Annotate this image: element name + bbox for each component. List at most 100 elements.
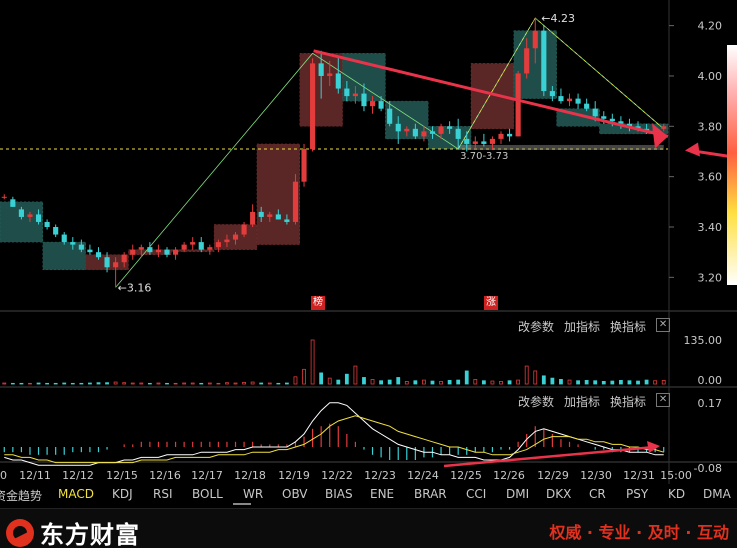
candle-body (10, 199, 16, 207)
candle-body (506, 133, 513, 137)
indicator-tab[interactable]: OBV (282, 487, 308, 501)
macd-add-indicator-button[interactable]: 加指标 (564, 393, 600, 410)
logo-text: 东方财富 (40, 521, 140, 548)
candle-body (327, 73, 333, 76)
volume-bar (216, 382, 221, 385)
candle-body (232, 234, 239, 240)
volume-switch-indicator-button[interactable]: 换指标 (610, 318, 646, 335)
indicator-tab[interactable]: KD (668, 487, 685, 501)
high-annotation: ←4.23 (541, 12, 575, 25)
price-tick-label: 3.80 (698, 120, 723, 133)
indicator-tab[interactable]: 资金趋势 (0, 487, 42, 504)
volume-bar (113, 381, 118, 385)
badge-rise-marker[interactable]: 涨 (484, 296, 498, 310)
volume-bar (88, 382, 92, 385)
candle-body (549, 91, 555, 97)
indicator-tab[interactable]: KDJ (112, 487, 133, 501)
candle-body (447, 126, 453, 129)
volume-bar (473, 379, 478, 385)
indicator-tab[interactable]: DKX (546, 487, 571, 501)
volume-bar (28, 382, 32, 385)
volume-bar (661, 380, 666, 385)
macd-switch-indicator-button[interactable]: 换指标 (610, 393, 646, 410)
candle-body (18, 209, 24, 217)
volume-bar (413, 380, 418, 385)
candle-body (472, 141, 478, 144)
date-tick-label: 12/11 (19, 469, 51, 482)
indicator-tab[interactable]: RSI (153, 487, 173, 501)
volume-bar (601, 380, 606, 385)
volume-bar (387, 379, 392, 385)
candle-body (498, 133, 504, 139)
volume-bar (422, 379, 426, 385)
candle-body (121, 254, 127, 263)
volume-bar (233, 382, 238, 385)
candle-body (138, 247, 144, 250)
date-tick-label: 12/18 (234, 469, 266, 482)
volume-bar (207, 382, 212, 385)
volume-bar (507, 380, 512, 385)
candle-body (524, 48, 530, 74)
candle-body (601, 116, 607, 119)
close-icon[interactable]: ✕ (656, 393, 671, 407)
volume-bar (139, 382, 144, 385)
candle-body (395, 123, 401, 132)
volume-bar (499, 380, 503, 385)
volume-bar (618, 380, 623, 385)
candle-body (275, 214, 281, 220)
volume-bar (225, 382, 229, 385)
date-tick-label: 12/23 (364, 469, 396, 482)
date-tick-label: 12/15 (106, 469, 138, 482)
candle-body (267, 214, 273, 217)
footer-bar: 东方财富 权威 · 专业 · 及时 · 互动 (0, 508, 737, 548)
volume-bar (2, 382, 7, 385)
volume-bar (396, 377, 401, 385)
brand-logo: 东方财富 (6, 515, 140, 548)
indicator-tab[interactable]: ENE (370, 487, 394, 501)
macd-modify-params-button[interactable]: 改参数 (518, 393, 554, 410)
indicator-tab[interactable]: DMI (506, 487, 529, 501)
volume-bar (130, 382, 135, 385)
badge-list-marker[interactable]: 榜 (311, 296, 325, 310)
candle-body (70, 242, 76, 245)
candle-body (35, 214, 42, 222)
volume-bar (62, 382, 67, 385)
volume-bar (344, 373, 349, 385)
indicator-tab[interactable]: CCI (466, 487, 486, 501)
volume-bar (267, 382, 272, 385)
price-tick-label: 3.40 (698, 221, 723, 234)
candle-body (155, 249, 162, 253)
date-tick-label: 12/22 (321, 469, 353, 482)
indicator-tab[interactable]: BRAR (414, 487, 447, 501)
volume-bar (362, 377, 366, 385)
candle-body (421, 131, 427, 137)
indicator-tab[interactable]: MACD (58, 487, 94, 501)
volume-add-indicator-button[interactable]: 加指标 (564, 318, 600, 335)
candle-body (78, 244, 84, 250)
candle-body (241, 224, 247, 235)
candle-body (147, 247, 153, 253)
candle-body (344, 88, 350, 97)
indicator-tab[interactable]: DMA (703, 487, 731, 501)
side-panel-strip[interactable] (727, 45, 737, 285)
volume-bar (481, 380, 486, 385)
candle-body (352, 93, 358, 97)
macd-panel-toolbar: 改参数 加指标 换指标 ✕ (518, 393, 671, 410)
price-tick-label: 3.60 (698, 171, 723, 184)
candle-body (61, 234, 67, 243)
volume-bar (327, 377, 332, 385)
indicator-tab[interactable]: CR (589, 487, 606, 501)
volume-bar (490, 380, 495, 385)
indicator-tab[interactable]: PSY (626, 487, 648, 501)
volume-bar (173, 382, 178, 385)
indicator-tab[interactable]: BOLL (192, 487, 223, 501)
indicator-tab[interactable]: WR (243, 487, 263, 501)
volume-bar (653, 380, 658, 385)
date-tick-label: 12/24 (407, 469, 439, 482)
chart-canvas[interactable]: 4.20 4.00 3.80 3.60 3.40 3.20 ←4.23 ←3.16 3.70-3… (0, 0, 737, 484)
close-icon[interactable]: ✕ (656, 318, 671, 332)
candle-body (404, 128, 410, 132)
indicator-tab[interactable]: BIAS (325, 487, 353, 501)
candle-body (335, 73, 341, 89)
volume-modify-params-button[interactable]: 改参数 (518, 318, 554, 335)
